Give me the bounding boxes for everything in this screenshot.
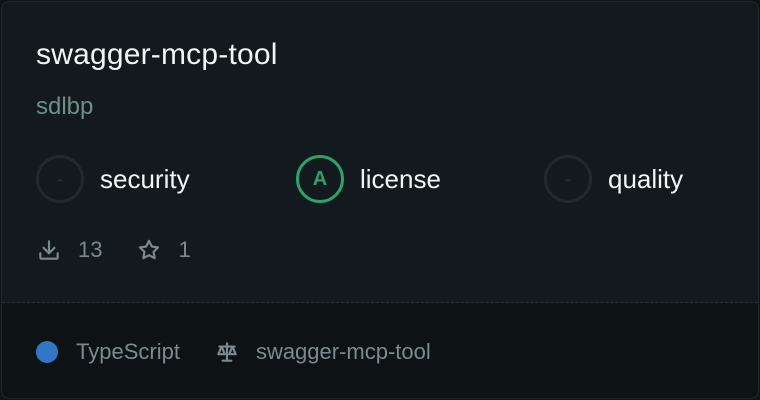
score-security: - security (36, 154, 190, 204)
package-card[interactable]: swagger-mcp-tool sdlbp - security A lice… (1, 1, 759, 399)
license-label: license (360, 164, 441, 194)
repository-name[interactable]: swagger-mcp-tool (256, 339, 431, 365)
repository-link[interactable]: swagger-mcp-tool (214, 339, 431, 365)
scale-icon (217, 342, 237, 362)
footer-row: TypeScript swagger-mcp-tool (36, 338, 431, 366)
stats-row: 13 1 (36, 232, 225, 268)
downloads-stat: 13 (36, 237, 102, 263)
security-grade-badge: - (36, 155, 84, 203)
downloads-count: 13 (78, 237, 103, 262)
language-color-dot (36, 341, 58, 363)
card-footer: TypeScript swagger-mcp-tool (2, 303, 758, 398)
quality-label: quality (608, 164, 684, 194)
score-license: A license (296, 154, 441, 204)
quality-grade-badge: - (544, 155, 592, 203)
download-icon (39, 240, 59, 260)
stars-count: 1 (178, 237, 191, 262)
stars-stat: 1 (136, 237, 191, 263)
security-label: security (100, 164, 190, 194)
package-owner[interactable]: sdlbp (36, 92, 93, 122)
score-row: - security A license - quality (36, 154, 736, 204)
license-grade-badge: A (296, 155, 344, 203)
score-quality: - quality (544, 154, 683, 204)
star-icon (139, 239, 160, 260)
language-label: TypeScript (76, 339, 180, 364)
package-title[interactable]: swagger-mcp-tool (36, 36, 278, 74)
